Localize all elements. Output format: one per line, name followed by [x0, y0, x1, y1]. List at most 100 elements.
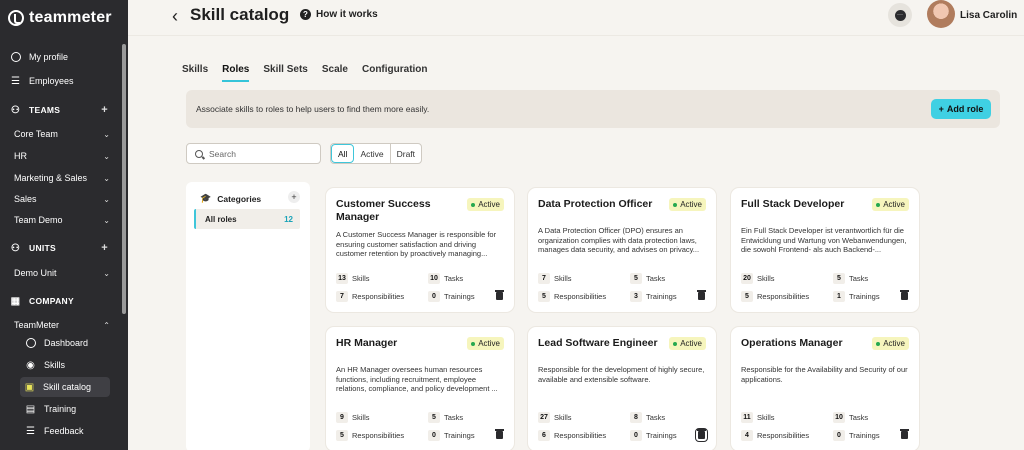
role-title[interactable]: Full Stack Developer [741, 198, 861, 211]
chat-button[interactable]: ··· [888, 3, 912, 27]
sidebar-item-skills[interactable]: ◉ Skills [0, 355, 120, 375]
chevron-down-icon: ⌄ [103, 194, 110, 204]
avatar[interactable] [927, 0, 955, 28]
count-value: 0 [630, 430, 642, 441]
role-title[interactable]: Operations Manager [741, 337, 861, 350]
how-it-works-link[interactable]: ? How it works [300, 9, 378, 20]
count-value: 13 [336, 273, 348, 284]
count-label: Responsibilities [757, 292, 810, 301]
search-field[interactable] [186, 143, 321, 164]
role-card[interactable]: HR Manager Active An HR Manager oversees… [326, 327, 514, 450]
logo[interactable]: teammeter [0, 0, 128, 36]
count-value: 7 [538, 273, 550, 284]
building-icon: ▦ [10, 295, 21, 307]
trash-icon[interactable] [900, 429, 909, 439]
status-label: Active [478, 339, 500, 348]
chevron-down-icon: ⌄ [103, 151, 110, 161]
sidebar-item-demo-unit[interactable]: Demo Unit ⌄ [0, 263, 120, 283]
status-label: Active [883, 200, 905, 209]
filter-draft[interactable]: Draft [391, 144, 421, 163]
sidebar-item-label: Feedback [44, 426, 84, 436]
skills-count: 20 Skills [741, 273, 775, 284]
sidebar-section-units[interactable]: ⚇ UNITS + [0, 238, 120, 258]
tasks-count: 10 Tasks [428, 273, 463, 284]
tab-bar: Skills Roles Skill Sets Scale Configurat… [182, 64, 428, 82]
sidebar-item-my-profile[interactable]: My profile [0, 47, 120, 67]
count-value: 5 [630, 273, 642, 284]
sidebar-item-marketing-sales[interactable]: Marketing & Sales ⌄ [0, 168, 120, 188]
trash-icon[interactable] [695, 428, 708, 442]
trash-icon[interactable] [900, 290, 909, 300]
trash-icon[interactable] [697, 290, 706, 300]
status-label: Active [680, 200, 702, 209]
section-label: UNITS [29, 243, 56, 253]
sidebar-item-label: Training [44, 404, 77, 414]
add-team-plus-icon[interactable]: + [101, 104, 108, 116]
tab-configuration[interactable]: Configuration [362, 64, 428, 82]
role-title[interactable]: Lead Software Engineer [538, 337, 658, 350]
add-role-button[interactable]: + Add role [931, 99, 991, 119]
role-title[interactable]: HR Manager [336, 337, 456, 350]
sidebar-section-company[interactable]: ▦ COMPANY [0, 291, 120, 311]
sidebar-item-skill-catalog[interactable]: ▣ Skill catalog [20, 377, 110, 397]
sidebar-item-team-demo[interactable]: Team Demo ⌄ [0, 210, 120, 230]
role-description: An HR Manager oversees human resources f… [336, 365, 498, 394]
tasks-count: 5 Tasks [428, 412, 463, 423]
tasks-count: 5 Tasks [833, 273, 868, 284]
role-card[interactable]: Data Protection Officer Active A Data Pr… [528, 188, 716, 312]
role-card[interactable]: Operations Manager Active Responsible fo… [731, 327, 919, 450]
trash-icon[interactable] [495, 429, 504, 439]
question-icon: ? [300, 9, 311, 20]
role-description: Ein Full Stack Developer ist verantwortl… [741, 226, 907, 255]
status-badge: Active [467, 198, 504, 211]
count-label: Tasks [444, 274, 464, 283]
tab-scale[interactable]: Scale [322, 64, 348, 82]
user-name[interactable]: Lisa Carolin [960, 10, 1017, 21]
sidebar-item-sales[interactable]: Sales ⌄ [0, 189, 120, 209]
sidebar-item-training[interactable]: ▤ Training [0, 399, 120, 419]
sidebar-item-feedback[interactable]: ☰ Feedback [0, 421, 120, 441]
search-input[interactable] [209, 148, 309, 159]
sidebar-item-label: Employees [29, 76, 74, 86]
count-label: Skills [757, 274, 775, 283]
tab-skills[interactable]: Skills [182, 64, 208, 82]
sidebar-section-teams[interactable]: ⚇ TEAMS + [0, 100, 120, 120]
filter-all[interactable]: All [331, 144, 355, 163]
role-title[interactable]: Customer Success Manager [336, 198, 456, 224]
count-label: Tasks [444, 413, 464, 422]
count-label: Skills [554, 274, 572, 283]
sidebar-item-employees[interactable]: ☰ Employees [0, 71, 120, 91]
sidebar-item-teammeter[interactable]: TeamMeter ⌃ [0, 315, 120, 335]
sidebar-item-core-team[interactable]: Core Team ⌄ [0, 124, 120, 144]
filter-active[interactable]: Active [354, 144, 391, 163]
role-card[interactable]: Customer Success Manager Active A Custom… [326, 188, 514, 312]
status-badge: Active [669, 337, 706, 350]
category-count: 12 [284, 214, 293, 224]
skill-catalog-icon: ▣ [24, 381, 35, 393]
chevron-down-icon: ⌄ [103, 173, 110, 183]
role-description: Responsible for the development of highl… [538, 365, 705, 384]
sidebar-scrollbar[interactable] [122, 44, 126, 314]
role-title[interactable]: Data Protection Officer [538, 198, 658, 211]
tab-skill-sets[interactable]: Skill Sets [263, 64, 307, 82]
role-card[interactable]: Lead Software Engineer Active Responsibl… [528, 327, 716, 450]
plus-icon: + [938, 104, 944, 114]
add-category-plus-icon[interactable]: + [288, 191, 300, 203]
tab-roles[interactable]: Roles [222, 64, 250, 82]
count-label: Skills [554, 413, 572, 422]
page-title: Skill catalog [190, 5, 290, 24]
sidebar-item-hr[interactable]: HR ⌄ [0, 146, 120, 166]
status-label: Active [478, 200, 500, 209]
responsibilities-count: 4 Responsibilities [741, 430, 809, 441]
sidebar-item-dashboard[interactable]: Dashboard [0, 333, 120, 353]
count-label: Skills [757, 413, 775, 422]
role-card[interactable]: Full Stack Developer Active Ein Full Sta… [731, 188, 919, 312]
back-arrow-icon[interactable]: ‹ [172, 6, 178, 27]
count-value: 5 [741, 291, 753, 302]
category-all-roles[interactable]: All roles 12 [194, 209, 300, 229]
count-value: 0 [833, 430, 845, 441]
trash-icon[interactable] [495, 290, 504, 300]
responsibilities-count: 5 Responsibilities [538, 291, 606, 302]
add-unit-plus-icon[interactable]: + [101, 242, 108, 254]
training-icon: ▤ [25, 403, 36, 415]
